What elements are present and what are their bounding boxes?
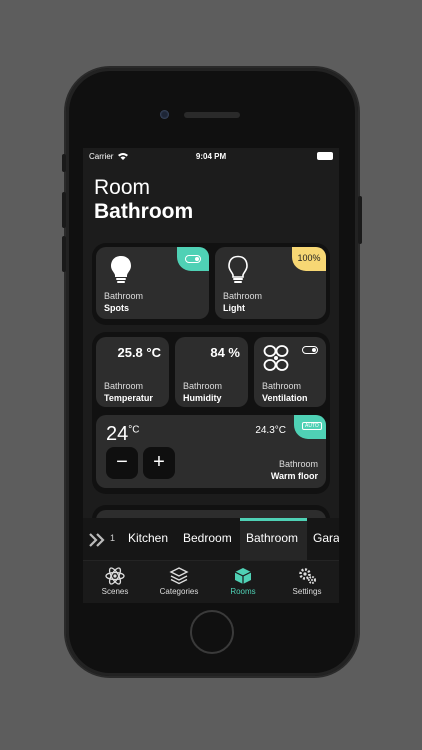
tab-settings-label: Settings	[292, 587, 322, 596]
tab-settings[interactable]: Settings	[275, 561, 339, 603]
mute-switch	[62, 154, 66, 172]
tab-bedroom[interactable]: Bedroom	[183, 531, 232, 545]
tab-scenes[interactable]: Scenes	[83, 561, 147, 603]
setpoint-unit: °C	[128, 424, 140, 436]
tab-rooms[interactable]: Rooms	[211, 561, 275, 603]
light-name-label: Light	[223, 303, 245, 313]
auto-mode-corner[interactable]: AUTO	[294, 415, 326, 439]
climate-group: 25.8 °C Bathroom Temperatur 84 % Bathroo…	[92, 332, 330, 494]
light-room-label: Bathroom	[104, 291, 144, 301]
bottom-tab-bar: Scenes Categories Rooms Settings	[83, 560, 339, 603]
sensor-name-label: Temperatur	[104, 393, 153, 403]
clock: 9:04 PM	[195, 152, 227, 161]
light-room-label: Bathroom	[223, 291, 263, 301]
rooms-tab-strip: 1 Kitchen Bedroom Bathroom Gara	[83, 518, 339, 560]
sensor-room-label: Bathroom	[104, 381, 144, 391]
humidity-value: 84 %	[210, 345, 240, 360]
battery-icon	[317, 152, 333, 160]
tab-kitchen[interactable]: Kitchen	[128, 531, 168, 545]
toggle-corner[interactable]	[177, 247, 209, 271]
temperature-value: 25.8 °C	[117, 345, 161, 360]
sensor-room-label: Bathroom	[262, 381, 302, 391]
tab-bathroom[interactable]: Bathroom	[246, 531, 298, 545]
light-card-light[interactable]: 100% Bathroom Light	[215, 247, 326, 319]
floor-name-label: Warm floor	[270, 471, 318, 481]
floor-setpoint: 24°C	[106, 423, 139, 446]
brightness-value: 100%	[297, 253, 321, 263]
lights-group: Bathroom Spots 100% Bathroom Light	[92, 243, 330, 325]
tab-categories-label: Categories	[159, 587, 199, 596]
atom-icon	[105, 567, 125, 585]
fan-icon	[263, 345, 289, 371]
toggle-switch-on[interactable]	[185, 255, 201, 263]
bulb-outline-icon	[228, 255, 248, 283]
status-bar: Carrier 9:04 PM	[83, 148, 339, 164]
auto-mode-badge[interactable]: AUTO	[302, 422, 322, 430]
volume-down-button	[62, 236, 66, 272]
app-screen: Carrier 9:04 PM Room Bathroom Bathroom S…	[83, 148, 339, 603]
page-subtitle: Room	[94, 176, 151, 199]
toggle-switch-off[interactable]	[302, 346, 318, 354]
decrease-button[interactable]: −	[106, 447, 138, 479]
ventilation-card[interactable]: Bathroom Ventilation	[254, 337, 326, 407]
home-button[interactable]	[190, 610, 234, 654]
front-camera	[160, 110, 169, 119]
earpiece-speaker	[184, 112, 240, 118]
layers-icon	[169, 567, 189, 585]
setpoint-value: 24	[106, 423, 129, 445]
gears-icon	[299, 568, 316, 584]
power-button	[358, 196, 362, 244]
floor-room-label: Bathroom	[278, 459, 318, 469]
sensor-room-label: Bathroom	[183, 381, 223, 391]
warm-floor-card[interactable]: 24°C 24.3°C AUTO − + Bathroom Warm floor	[96, 415, 326, 488]
humidity-card[interactable]: 84 % Bathroom Humidity	[175, 337, 248, 407]
sensor-name-label: Humidity	[183, 393, 222, 403]
bulb-filled-icon	[111, 256, 131, 283]
page-title: Bathroom	[94, 200, 194, 223]
light-card-spots[interactable]: Bathroom Spots	[96, 247, 209, 319]
brightness-badge: 100%	[292, 247, 326, 271]
sensor-name-label: Ventilation	[262, 393, 308, 403]
temperature-card[interactable]: 25.8 °C Bathroom Temperatur	[96, 337, 169, 407]
cube-icon	[234, 568, 252, 584]
increase-button[interactable]: +	[143, 447, 175, 479]
light-name-label: Spots	[104, 303, 130, 313]
tab-categories[interactable]: Categories	[147, 561, 211, 603]
volume-up-button	[62, 192, 66, 228]
tab-rooms-label: Rooms	[230, 587, 256, 596]
tab-scenes-label: Scenes	[101, 587, 129, 596]
double-chevron-right-icon[interactable]	[89, 533, 107, 547]
floor-current-temp: 24.3°C	[255, 425, 286, 436]
tab-partial[interactable]: 1	[110, 533, 115, 543]
tab-garage[interactable]: Gara	[313, 531, 339, 545]
